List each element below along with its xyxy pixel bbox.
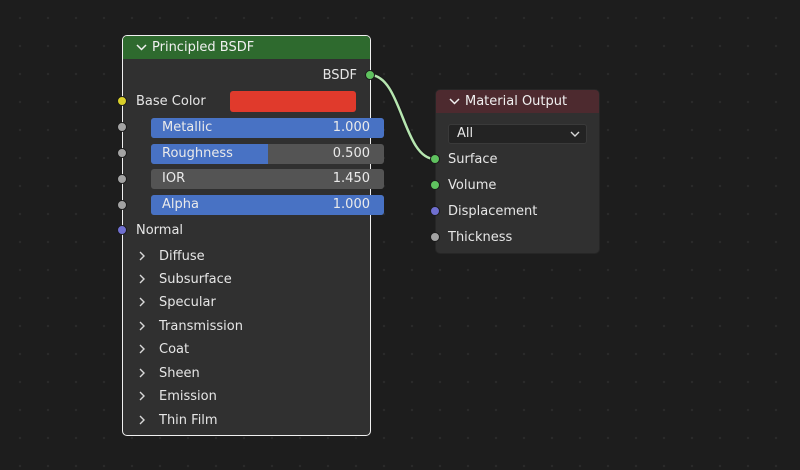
field-label: Alpha bbox=[162, 197, 199, 212]
node-header[interactable]: Principled BSDF bbox=[123, 36, 370, 59]
panel-label: Sheen bbox=[159, 365, 200, 381]
chevron-down-icon bbox=[570, 131, 580, 137]
panel-label: Transmission bbox=[159, 318, 243, 334]
metallic-socket[interactable] bbox=[117, 122, 127, 132]
roughness-socket[interactable] bbox=[117, 148, 127, 158]
bsdf-output-socket[interactable] bbox=[365, 70, 375, 80]
field-value: 0.500 bbox=[332, 146, 370, 161]
panel-transmission[interactable]: Transmission bbox=[137, 316, 243, 336]
ior-field[interactable]: IOR 1.450 bbox=[151, 169, 384, 189]
chevron-right-icon bbox=[139, 321, 145, 331]
chevron-right-icon bbox=[139, 274, 145, 284]
displacement-label: Displacement bbox=[448, 204, 538, 219]
panel-label: Emission bbox=[159, 388, 217, 404]
node-link[interactable] bbox=[0, 0, 800, 470]
volume-label: Volume bbox=[448, 178, 497, 193]
thickness-label: Thickness bbox=[448, 230, 513, 245]
target-dropdown[interactable]: All bbox=[448, 124, 587, 144]
chevron-right-icon bbox=[139, 368, 145, 378]
metallic-slider[interactable]: Metallic 1.000 bbox=[151, 118, 384, 138]
node-header[interactable]: Material Output bbox=[436, 90, 599, 113]
field-value: 1.000 bbox=[332, 197, 370, 212]
panel-coat[interactable]: Coat bbox=[137, 339, 189, 359]
chevron-right-icon bbox=[139, 344, 145, 354]
node-title: Principled BSDF bbox=[152, 40, 255, 55]
chevron-right-icon bbox=[139, 391, 145, 401]
alpha-slider[interactable]: Alpha 1.000 bbox=[151, 195, 384, 215]
normal-label: Normal bbox=[136, 223, 184, 238]
node-title: Material Output bbox=[465, 94, 568, 109]
material-output-node[interactable]: Material Output All Surface Volume Displ… bbox=[435, 89, 600, 254]
panel-specular[interactable]: Specular bbox=[137, 292, 216, 312]
surface-label: Surface bbox=[448, 152, 498, 167]
chevron-right-icon bbox=[139, 415, 145, 425]
bsdf-output-label: BSDF bbox=[322, 68, 357, 83]
thickness-socket[interactable] bbox=[430, 232, 440, 242]
panel-diffuse[interactable]: Diffuse bbox=[137, 246, 205, 266]
panel-sheen[interactable]: Sheen bbox=[137, 363, 200, 383]
panel-label: Thin Film bbox=[159, 412, 218, 428]
roughness-slider[interactable]: Roughness 0.500 bbox=[151, 144, 384, 164]
base-color-swatch[interactable] bbox=[230, 91, 356, 112]
chevron-right-icon bbox=[139, 251, 145, 261]
surface-socket[interactable] bbox=[430, 154, 440, 164]
volume-socket[interactable] bbox=[430, 180, 440, 190]
base-color-label: Base Color bbox=[136, 94, 206, 109]
chevron-down-icon[interactable] bbox=[135, 41, 148, 54]
normal-socket[interactable] bbox=[117, 225, 127, 235]
field-label: Roughness bbox=[162, 146, 233, 161]
dropdown-value: All bbox=[457, 126, 474, 141]
ior-socket[interactable] bbox=[117, 174, 127, 184]
field-label: Metallic bbox=[162, 120, 213, 135]
panel-label: Subsurface bbox=[159, 271, 232, 287]
panel-label: Specular bbox=[159, 294, 216, 310]
base-color-socket[interactable] bbox=[117, 96, 127, 106]
chevron-down-icon[interactable] bbox=[448, 95, 461, 108]
principled-bsdf-node[interactable]: Principled BSDF BSDF Base Color Metallic… bbox=[122, 35, 384, 436]
panel-label: Coat bbox=[159, 341, 190, 357]
displacement-socket[interactable] bbox=[430, 206, 440, 216]
field-value: 1.000 bbox=[332, 120, 370, 135]
chevron-right-icon bbox=[139, 297, 145, 307]
field-value: 1.450 bbox=[332, 171, 370, 186]
panel-label: Diffuse bbox=[159, 248, 205, 264]
field-label: IOR bbox=[162, 171, 186, 186]
panel-emission[interactable]: Emission bbox=[137, 386, 217, 406]
panel-thin-film[interactable]: Thin Film bbox=[137, 410, 218, 430]
panel-subsurface[interactable]: Subsurface bbox=[137, 269, 232, 289]
alpha-socket[interactable] bbox=[117, 200, 127, 210]
